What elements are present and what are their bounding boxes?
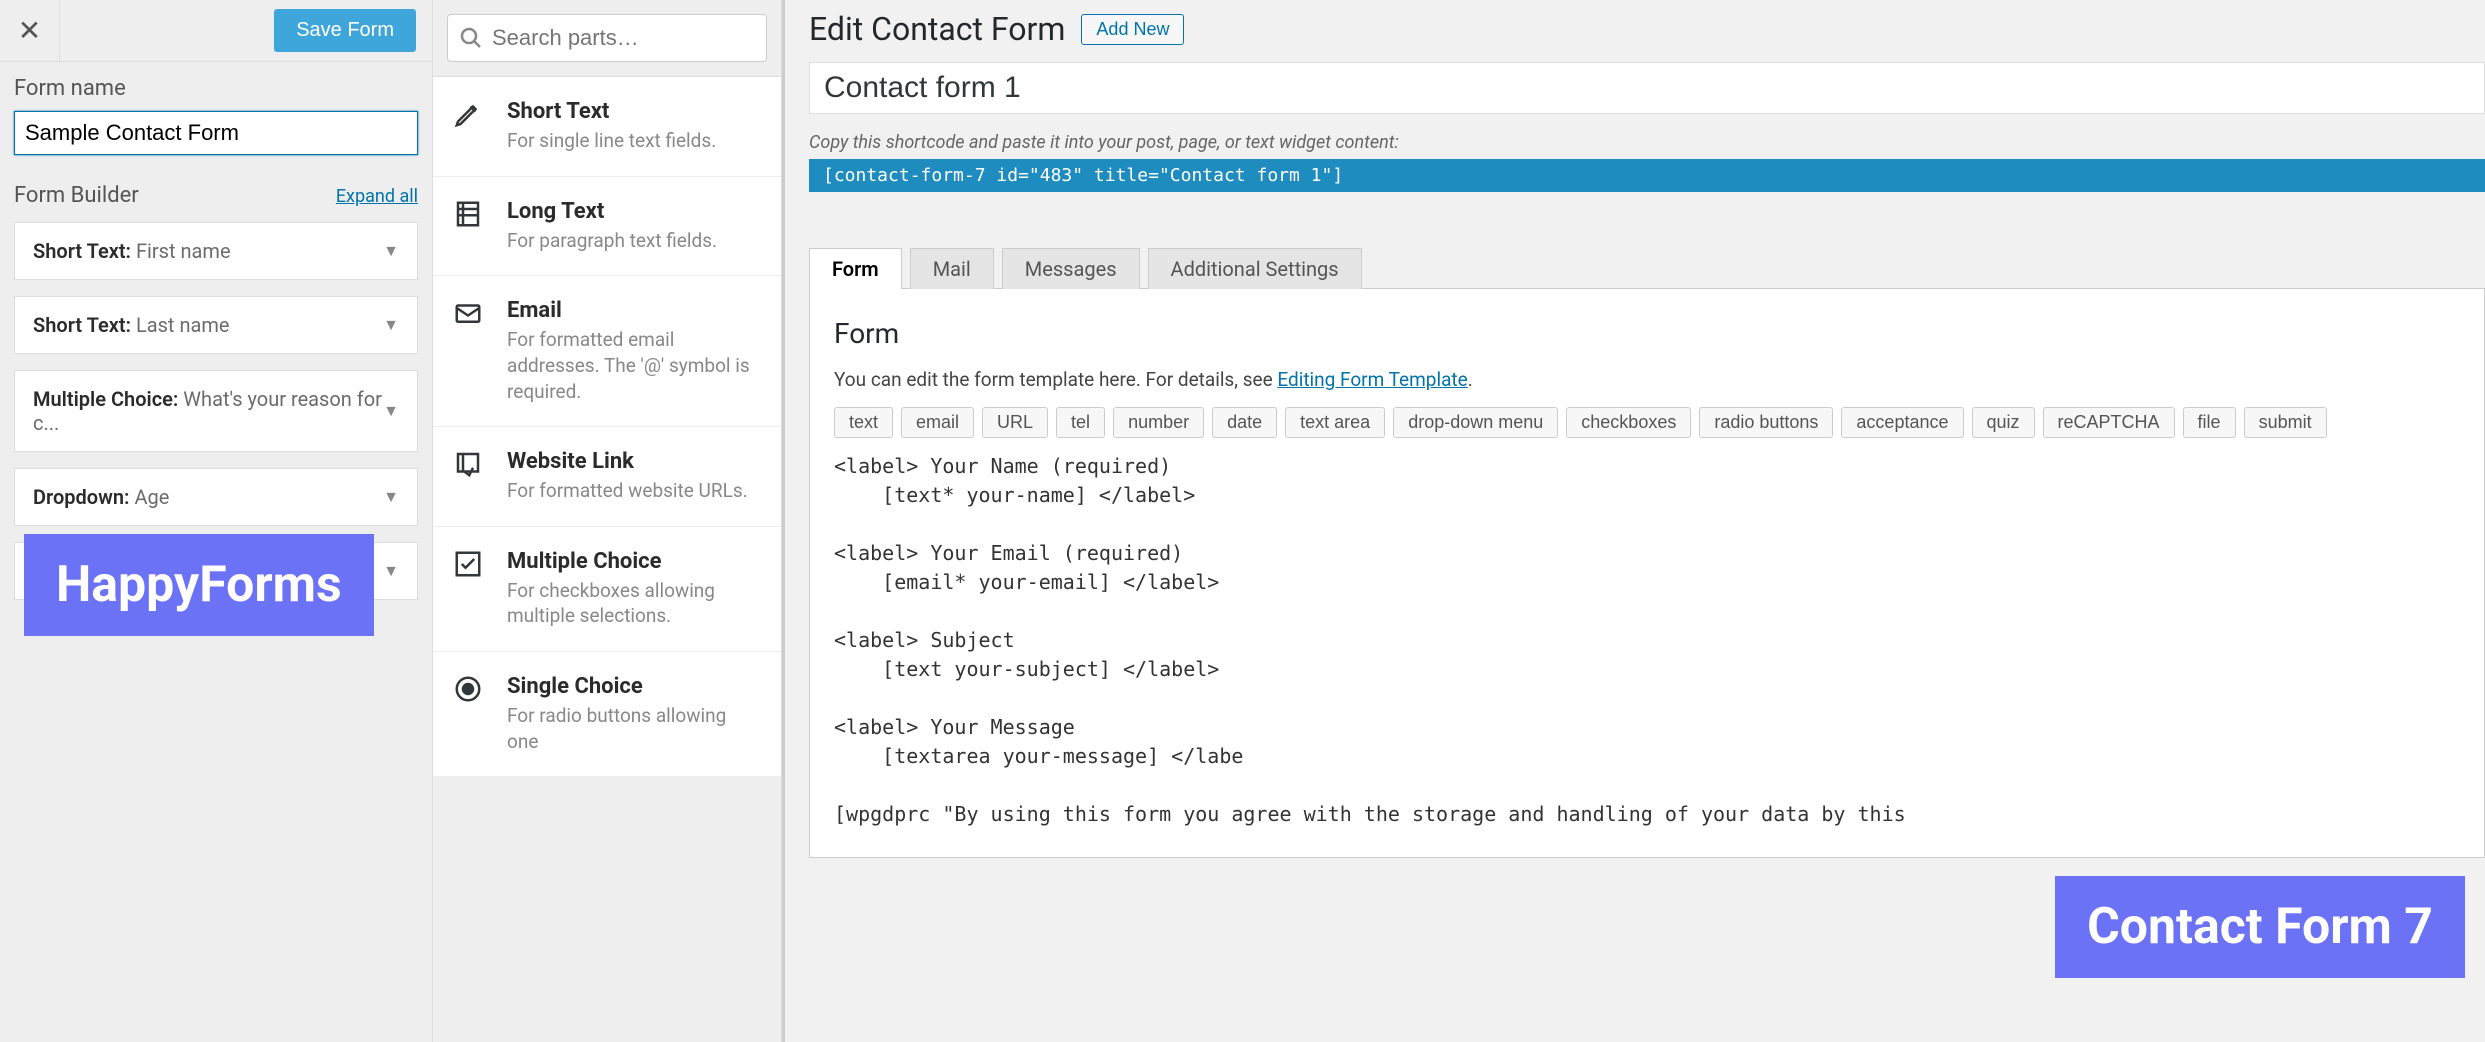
form-title-input[interactable]: [809, 62, 2485, 114]
chevron-down-icon: ▼: [383, 315, 399, 335]
part-desc: For formatted website URLs.: [507, 478, 748, 504]
form-name-input[interactable]: [14, 111, 418, 155]
chevron-down-icon: ▼: [383, 401, 399, 421]
part-title: Long Text: [507, 199, 717, 224]
tag-text-area[interactable]: text area: [1285, 407, 1385, 438]
page-title: Edit Contact Form: [809, 10, 1065, 48]
tag-quiz[interactable]: quiz: [1972, 407, 2035, 438]
expand-all-link[interactable]: Expand all: [336, 186, 418, 207]
close-icon[interactable]: ✕: [0, 0, 60, 62]
pencil-icon: [453, 99, 487, 154]
tag-drop-down-menu[interactable]: drop-down menu: [1393, 407, 1558, 438]
form-name-label: Form name: [14, 76, 418, 101]
part-single-choice[interactable]: Single Choice For radio buttons allowing …: [433, 651, 781, 776]
item-type: Short Text:: [33, 313, 131, 337]
tag-URL[interactable]: URL: [982, 407, 1048, 438]
item-type: Multiple Choice:: [33, 387, 178, 411]
panel-hint: You can edit the form template here. For…: [834, 368, 2460, 391]
part-title: Website Link: [507, 449, 748, 474]
editing-template-link[interactable]: Editing Form Template: [1277, 368, 1467, 391]
tag-tel[interactable]: tel: [1056, 407, 1105, 438]
item-name: Last name: [131, 313, 230, 337]
doc-icon: [453, 199, 487, 254]
search-parts-input[interactable]: [447, 14, 767, 62]
chevron-down-icon: ▼: [383, 241, 399, 261]
tag-email[interactable]: email: [901, 407, 974, 438]
part-desc: For single line text fields.: [507, 128, 716, 154]
add-new-button[interactable]: Add New: [1081, 14, 1184, 45]
shortcode-hint: Copy this shortcode and paste it into yo…: [809, 132, 2485, 153]
tab-form[interactable]: Form: [809, 248, 902, 289]
item-type: Short Text:: [33, 239, 131, 263]
check-icon: [453, 549, 487, 629]
builder-item[interactable]: Short Text: First name ▼: [14, 222, 418, 280]
builder-item[interactable]: Multiple Choice: What's your reason for …: [14, 370, 418, 452]
form-template-code[interactable]: <label> Your Name (required) [text* your…: [834, 452, 2460, 829]
part-long-text[interactable]: Long Text For paragraph text fields.: [433, 176, 781, 276]
part-title: Email: [507, 298, 761, 323]
tab-mail[interactable]: Mail: [910, 248, 994, 289]
form-builder-heading: Form Builder: [14, 183, 139, 208]
tag-file[interactable]: file: [2183, 407, 2236, 438]
tab-additional-settings[interactable]: Additional Settings: [1148, 248, 1362, 289]
tab-messages[interactable]: Messages: [1002, 248, 1140, 289]
item-name: First name: [131, 239, 231, 263]
part-title: Short Text: [507, 99, 716, 124]
tag-radio-buttons[interactable]: radio buttons: [1699, 407, 1833, 438]
part-desc: For checkboxes allowing multiple selecti…: [507, 578, 761, 629]
search-icon: [459, 26, 483, 50]
builder-item[interactable]: Dropdown: Age ▼: [14, 468, 418, 526]
part-short-text[interactable]: Short Text For single line text fields.: [433, 76, 781, 176]
chevron-down-icon: ▼: [383, 487, 399, 507]
part-website-link[interactable]: Website Link For formatted website URLs.: [433, 426, 781, 526]
part-title: Single Choice: [507, 674, 761, 699]
happyforms-badge: HappyForms: [24, 534, 374, 636]
tag-acceptance[interactable]: acceptance: [1841, 407, 1963, 438]
panel-heading: Form: [834, 317, 2460, 350]
tag-submit[interactable]: submit: [2244, 407, 2327, 438]
item-name: Age: [129, 485, 169, 509]
chevron-down-icon: ▼: [383, 561, 399, 581]
item-type: Dropdown:: [33, 485, 129, 509]
tag-checkboxes[interactable]: checkboxes: [1566, 407, 1691, 438]
part-desc: For formatted email addresses. The '@' s…: [507, 327, 761, 404]
contact-form-7-badge: Contact Form 7: [2055, 876, 2465, 978]
radio-icon: [453, 674, 487, 754]
part-desc: For radio buttons allowing one: [507, 703, 761, 754]
tag-number[interactable]: number: [1113, 407, 1204, 438]
save-form-button[interactable]: Save Form: [274, 9, 416, 52]
part-title: Multiple Choice: [507, 549, 761, 574]
part-desc: For paragraph text fields.: [507, 228, 717, 254]
mail-icon: [453, 298, 487, 404]
tag-reCAPTCHA[interactable]: reCAPTCHA: [2043, 407, 2175, 438]
part-multiple-choice[interactable]: Multiple Choice For checkboxes allowing m…: [433, 526, 781, 651]
tag-text[interactable]: text: [834, 407, 893, 438]
shortcode-box[interactable]: [contact-form-7 id="483" title="Contact …: [809, 159, 2485, 192]
builder-item[interactable]: Short Text: Last name ▼: [14, 296, 418, 354]
part-email[interactable]: Email For formatted email addresses. The …: [433, 275, 781, 426]
link-icon: [453, 449, 487, 504]
tag-date[interactable]: date: [1212, 407, 1277, 438]
